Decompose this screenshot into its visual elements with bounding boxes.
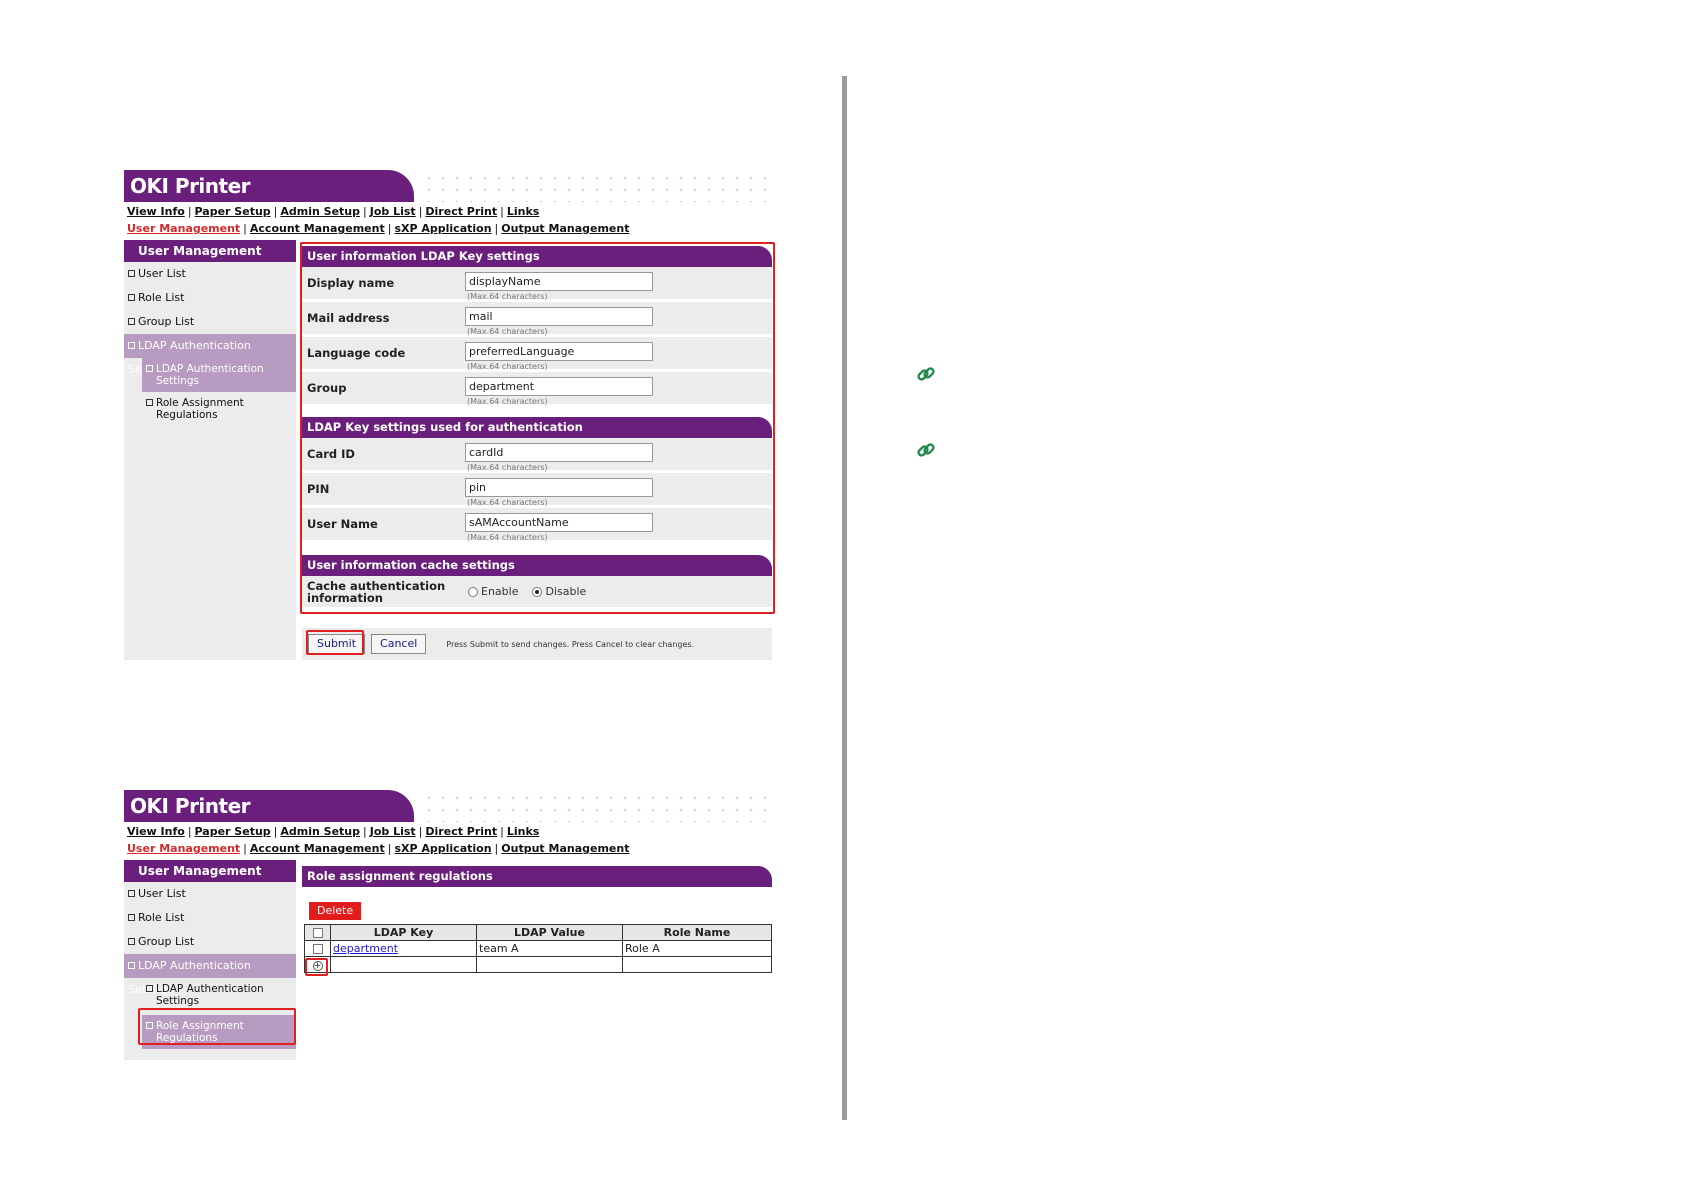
select-all-checkbox[interactable] xyxy=(312,928,323,938)
page-divider xyxy=(842,76,847,1120)
nav-job-list[interactable]: Job List xyxy=(370,825,416,838)
role-assignment-screenshot: OKI Printer View Info | Paper Setup | Admin … xyxy=(124,790,772,1060)
sidebar-item-label: User List xyxy=(138,887,186,900)
sidebar-sub-role-assignment[interactable]: Role Assignment Regulations xyxy=(124,392,296,426)
square-icon xyxy=(128,914,135,921)
nav-sxp-application[interactable]: sXP Application xyxy=(394,222,491,235)
sidebar-item-label: User List xyxy=(138,267,186,280)
table-row-add: + xyxy=(304,956,772,973)
square-icon xyxy=(128,270,135,277)
square-icon xyxy=(146,399,153,406)
sidebar-sub-ldap-auth-settings[interactable]: LDAP Authentication Settings xyxy=(142,358,296,392)
minus-square-icon xyxy=(128,962,135,969)
empty-cell xyxy=(330,956,477,973)
submit-highlight-box xyxy=(306,630,364,655)
section-title-role-assignment: Role assignment regulations xyxy=(302,866,772,887)
nav-account-management[interactable]: Account Management xyxy=(250,842,385,855)
nav-row-1: View Info | Paper Setup | Admin Setup | Job Li… xyxy=(127,205,540,218)
nav-admin-setup[interactable]: Admin Setup xyxy=(280,205,360,218)
table-header-row: LDAP Key LDAP Value Role Name xyxy=(304,924,772,941)
link-icon[interactable] xyxy=(916,440,936,460)
square-icon xyxy=(146,365,153,372)
sidebar-item-group-list[interactable]: Group List xyxy=(124,930,296,954)
sidebar-item-role-list[interactable]: Role List xyxy=(124,286,296,310)
role-name-cell: Role A xyxy=(622,940,772,957)
nav-user-management[interactable]: User Management xyxy=(127,222,240,235)
nav-job-list[interactable]: Job List xyxy=(370,205,416,218)
header-dots xyxy=(420,790,772,822)
checkbox-cell xyxy=(304,940,331,957)
brand-logo: OKI Printer xyxy=(124,790,414,822)
nav-output-management[interactable]: Output Management xyxy=(501,842,629,855)
nav-direct-print[interactable]: Direct Print xyxy=(425,205,497,218)
cancel-button[interactable]: Cancel xyxy=(371,634,427,654)
nav-row-1: View Info | Paper Setup | Admin Setup | Job Li… xyxy=(127,825,540,838)
ldap-settings-screenshot: OKI Printer View Info | Paper Setup | Admin … xyxy=(124,170,775,660)
ldap-value-cell: team A xyxy=(476,940,623,957)
empty-cell xyxy=(622,956,772,973)
square-icon xyxy=(128,938,135,945)
square-icon xyxy=(146,985,153,992)
empty-cell xyxy=(476,956,623,973)
square-icon xyxy=(128,890,135,897)
square-icon xyxy=(128,318,135,325)
column-header: Role Name xyxy=(622,924,772,941)
row-checkbox[interactable] xyxy=(312,944,323,954)
main-content: Role assignment regulations xyxy=(302,866,772,887)
nav-links[interactable]: Links xyxy=(507,205,539,218)
brand-logo: OKI Printer xyxy=(124,170,414,202)
button-bar: Submit Cancel Press Submit to send chang… xyxy=(302,628,772,660)
square-icon xyxy=(128,294,135,301)
sidebar-item-label: Group List xyxy=(138,935,195,948)
highlight-box xyxy=(300,242,775,614)
nav-user-management[interactable]: User Management xyxy=(127,842,240,855)
nav-direct-print[interactable]: Direct Print xyxy=(425,825,497,838)
sidebar-highlight-box xyxy=(138,1008,296,1045)
column-header: LDAP Key xyxy=(330,924,477,941)
add-highlight-box xyxy=(305,958,328,976)
sidebar-item-label: Role List xyxy=(138,291,185,304)
header: OKI Printer xyxy=(124,170,772,202)
header-dots xyxy=(420,170,772,202)
sidebar-sub-label: LDAP Authentication Settings xyxy=(156,363,264,387)
header: OKI Printer xyxy=(124,790,772,822)
nav-view-info[interactable]: View Info xyxy=(127,205,185,218)
ldap-key-link[interactable]: department xyxy=(330,940,477,957)
sidebar-item-user-list[interactable]: User List xyxy=(124,262,296,286)
nav-output-management[interactable]: Output Management xyxy=(501,222,629,235)
link-icon[interactable] xyxy=(916,364,936,384)
nav-row-2: User Management | Account Management | sXP A… xyxy=(127,842,630,855)
select-all-cell xyxy=(304,924,331,941)
column-header: LDAP Value xyxy=(476,924,623,941)
sidebar-item-user-list[interactable]: User List xyxy=(124,882,296,906)
sidebar-sub-label: LDAP Authentication Settings xyxy=(156,983,264,1007)
sidebar-item-label: Role List xyxy=(138,911,185,924)
sidebar-item-ldap-group[interactable]: LDAP Authentication Settings xyxy=(124,334,296,376)
sidebar-title: User Management xyxy=(124,240,296,262)
role-table: LDAP Key LDAP Value Role Name department… xyxy=(304,924,772,973)
nav-account-management[interactable]: Account Management xyxy=(250,222,385,235)
nav-paper-setup[interactable]: Paper Setup xyxy=(195,825,271,838)
delete-button[interactable]: Delete xyxy=(309,902,362,920)
sidebar-item-role-list[interactable]: Role List xyxy=(124,906,296,930)
nav-paper-setup[interactable]: Paper Setup xyxy=(195,205,271,218)
nav-admin-setup[interactable]: Admin Setup xyxy=(280,825,360,838)
sidebar-item-group-list[interactable]: Group List xyxy=(124,310,296,334)
table-row: department team A Role A xyxy=(304,940,772,957)
sidebar-item-ldap-group[interactable]: LDAP Authentication Settings xyxy=(124,954,296,996)
nav-row-2: User Management | Account Management | sXP A… xyxy=(127,222,630,235)
sidebar-item-label: Group List xyxy=(138,315,195,328)
button-message: Press Submit to send changes. Press Canc… xyxy=(446,639,695,649)
sidebar-sub-label: Role Assignment Regulations xyxy=(156,397,244,421)
nav-links[interactable]: Links xyxy=(507,825,539,838)
minus-square-icon xyxy=(128,342,135,349)
nav-view-info[interactable]: View Info xyxy=(127,825,185,838)
sidebar-sub-ldap-auth-settings[interactable]: LDAP Authentication Settings xyxy=(124,978,296,1012)
sidebar-title: User Management xyxy=(124,860,296,882)
sidebar: User Management User List Role List Grou… xyxy=(124,240,296,660)
nav-sxp-application[interactable]: sXP Application xyxy=(394,842,491,855)
